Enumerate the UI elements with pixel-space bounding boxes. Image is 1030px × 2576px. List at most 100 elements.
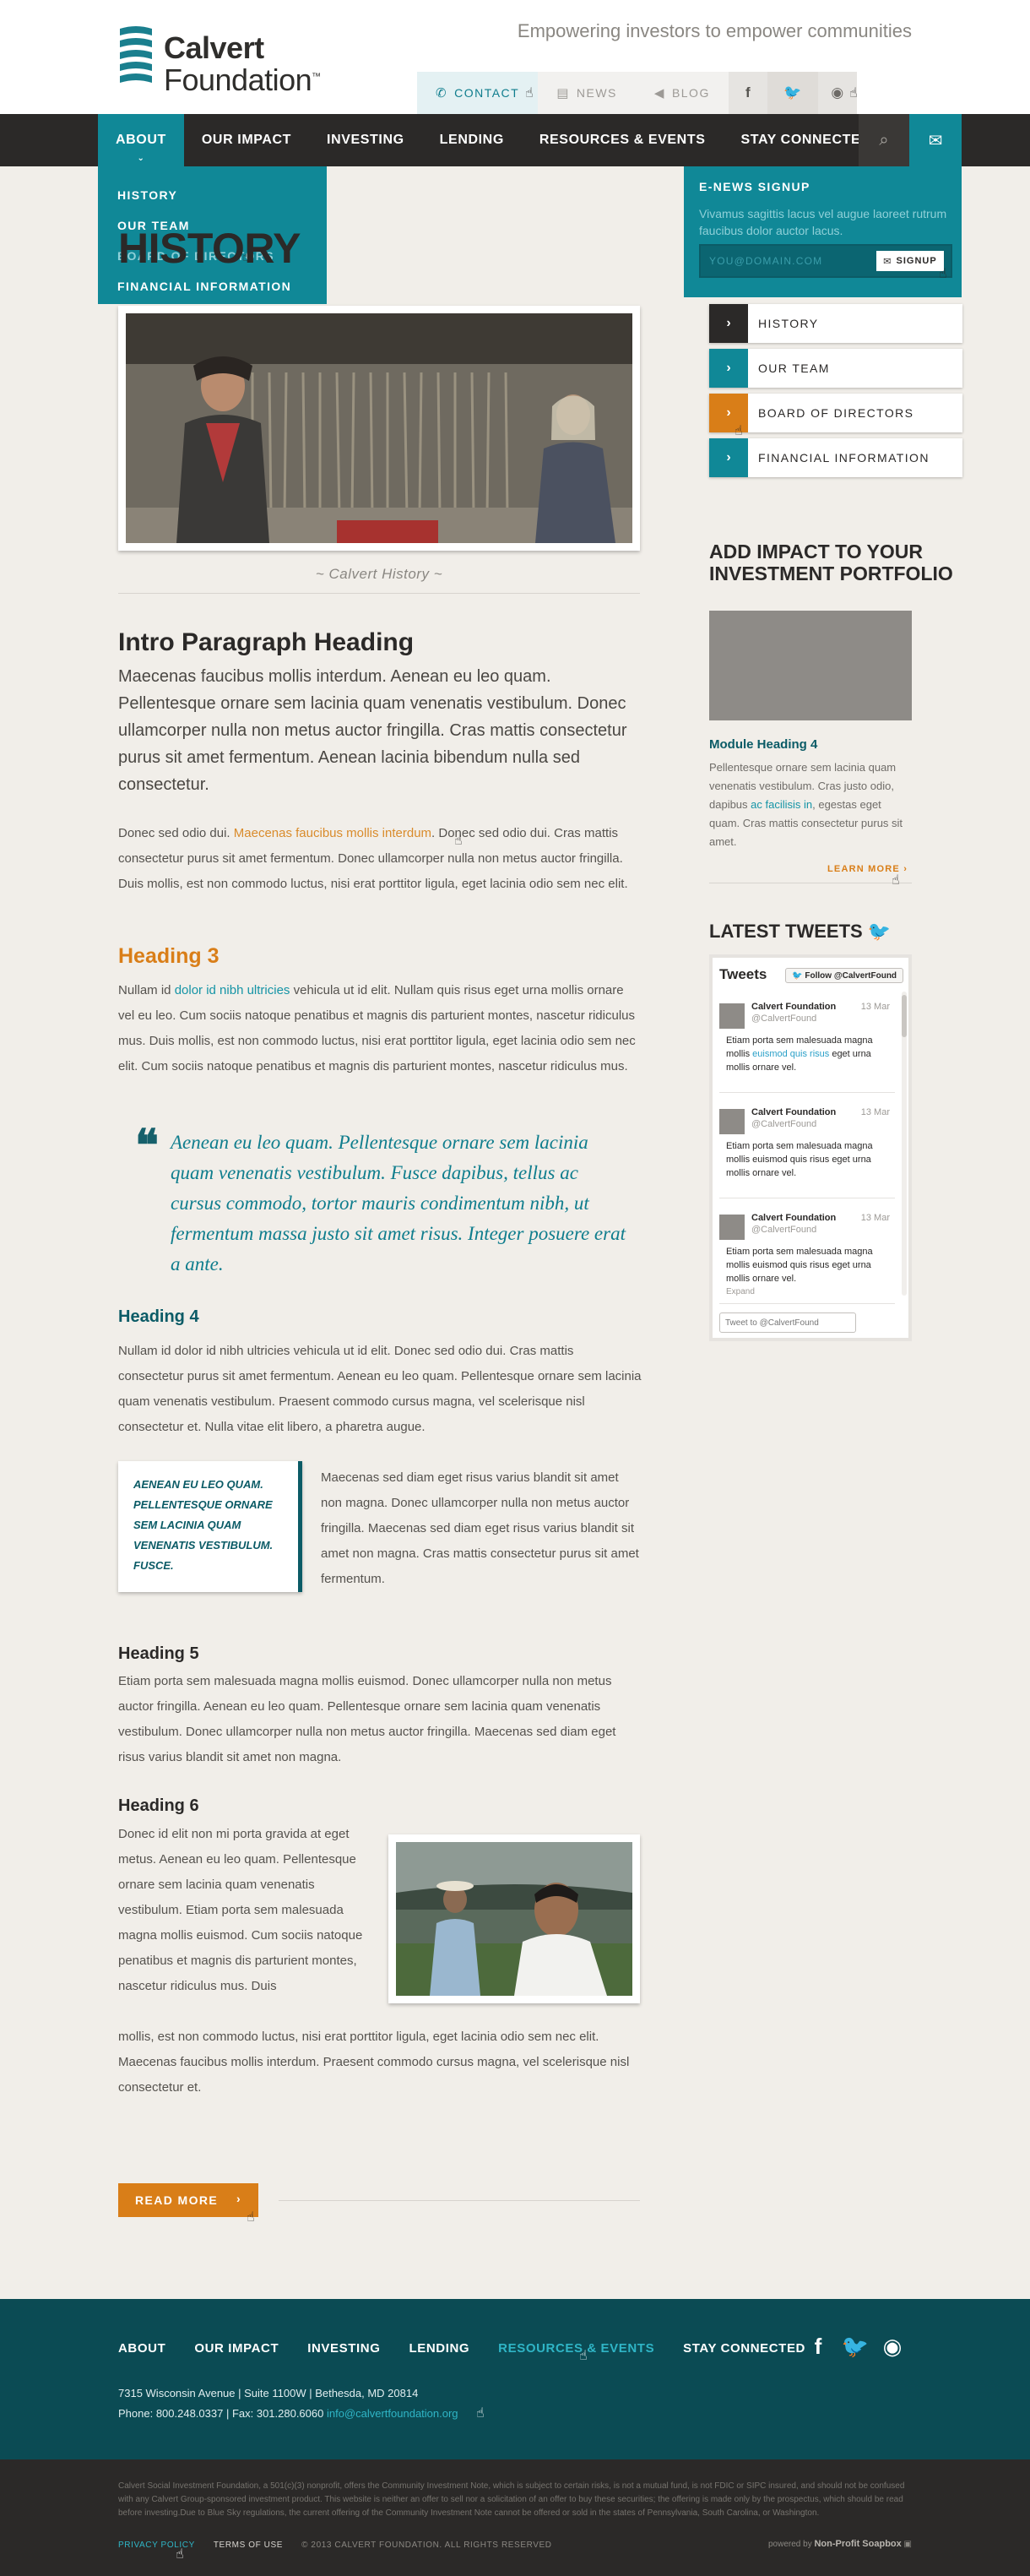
inline-link[interactable]: euismod quis risus [752,1049,829,1059]
cursor-icon: ☝ [476,2406,485,2421]
logo-line1: Calvert [164,30,264,65]
expand-link[interactable]: Expand [726,1287,755,1296]
inline-link[interactable]: ac facilisis in [751,798,812,811]
enews-title: E-News Signup [699,180,810,193]
search-icon[interactable]: ⌕ [859,114,909,166]
tweet-handle: @CalvertFound [751,1225,817,1235]
subnav-label: Board of Directors [758,406,914,420]
site-footer: About Our Impact Investing Lending Resou… [0,2299,1030,2459]
footer-address: 7315 Wisconsin Avenue | Suite 1100W | Be… [118,2383,458,2424]
module-heading: Module Heading 4 [709,737,818,752]
email-link[interactable]: info@calvertfoundation.org [327,2407,458,2420]
footer-nav-about[interactable]: About [118,2341,165,2356]
nav-item-resources-events[interactable]: Resources & Events [522,114,724,166]
site-logo[interactable]: Calvert Foundation™ [118,25,338,95]
section-subnav: › History › Our Team › Board of Director… [709,304,962,483]
cursor-icon: ☝ [454,834,463,848]
heading-6: Heading 6 [118,1796,199,1815]
facebook-icon[interactable]: f [728,72,767,114]
dropdown-item-financial[interactable]: Financial Information [98,271,327,302]
main-nav: About ⌄ Our Impact Investing Lending Reso… [0,114,1030,166]
inline-link[interactable]: Maecenas faucibus mollis interdum [234,826,431,840]
tweet-input[interactable] [719,1312,856,1333]
site-tagline: Empowering investors to empower communit… [517,20,912,41]
hero-image [118,306,640,551]
tweets-title: Tweets [719,966,767,982]
tweet-item: Calvert Foundation @CalvertFound 13 Mar … [719,1203,895,1304]
enews-email-input[interactable] [701,246,878,276]
cursor-icon: ☝ [579,2349,588,2363]
avatar [719,1215,745,1240]
nav-item-lending[interactable]: Lending [422,114,522,166]
read-more-button[interactable]: Read More › [118,2183,258,2217]
logo-mark-icon [120,26,152,83]
tweet-author: Calvert Foundation [751,1213,837,1223]
module-text: Pellentesque ornare sem lacinia quam ven… [709,761,903,848]
cursor-icon: ☝ [849,86,858,101]
footer-nav-resources-events[interactable]: Resources & Events [498,2341,654,2356]
tweet-item: Calvert Foundation @CalvertFound 13 Mar … [719,1097,895,1198]
enews-text: Vivamus sagittis lacus vel augue laoreet… [699,207,947,237]
intro-heading: Intro Paragraph Heading [118,628,415,656]
subnav-label: History [758,317,819,330]
footer-nav-investing[interactable]: Investing [307,2341,380,2356]
nav-item-investing[interactable]: Investing [309,114,422,166]
utility-news-label: News [576,86,617,100]
subnav-item-financial[interactable]: › Financial Information [709,438,962,477]
tweet-handle: @CalvertFound [751,1014,817,1024]
chevron-right-icon: › [236,2192,241,2205]
dropdown-item-history[interactable]: History [98,180,327,210]
heading-4: Heading 4 [118,1307,199,1326]
body-paragraph-2: Nullam id dolor id nibh ultricies vehicu… [118,983,636,1073]
body-paragraph-5-tail: mollis, est non commodo luctus, nisi era… [118,2030,630,2095]
utility-nav: ✆ Contact ▤ News ◀ Blog f 🐦 ◉ [417,72,857,114]
hero-caption: ~ Calvert History ~ [315,566,443,582]
scrollbar[interactable] [902,992,907,1296]
footer-nav-lending[interactable]: Lending [409,2341,469,2356]
follow-button[interactable]: 🐦 Follow @CalvertFound [785,968,903,983]
cursor-icon: ☝ [735,424,743,438]
twitter-icon[interactable]: 🐦 [767,72,818,114]
nav-item-about[interactable]: About ⌄ [98,114,184,166]
utility-contact-link[interactable]: ✆ Contact [417,72,539,114]
body-paragraph-5: Donec id elit non mi porta gravida at eg… [118,1827,363,1993]
cursor-icon: ☝ [176,2547,184,2562]
people-photo [396,1842,632,1996]
tweet-text: Etiam porta sem malesuada magna mollis e… [726,1247,873,1284]
utility-blog-link[interactable]: ◀ Blog [635,72,729,114]
tweet-date: 13 Mar [860,1213,890,1223]
divider [118,593,640,594]
rss-icon[interactable]: ◉ [881,2333,904,2360]
utility-news-link[interactable]: ▤ News [538,72,636,114]
subnav-label: Our Team [758,361,830,375]
utility-contact-label: Contact [454,86,520,100]
chevron-right-icon: › [709,438,748,477]
cursor-icon: ☝ [892,873,900,888]
megaphone-icon: ◀ [653,86,665,101]
terms-of-use-link[interactable]: Terms of Use [214,2541,283,2550]
scrollbar-thumb[interactable] [902,995,907,1037]
nav-item-our-impact[interactable]: Our Impact [184,114,309,166]
footer-nav-our-impact[interactable]: Our Impact [194,2341,279,2356]
inline-link[interactable]: dolor id nibh ultricies [175,983,290,997]
subnav-item-history[interactable]: › History [709,304,962,343]
powered-by-link[interactable]: powered by Non-Profit Soapbox ▣ [768,2539,912,2549]
subnav-item-board[interactable]: › Board of Directors [709,394,962,432]
footer-nav-stay-connected[interactable]: Stay Connected [683,2341,805,2356]
twitter-icon[interactable]: 🐦 [842,2333,869,2360]
phone-icon: ✆ [436,86,448,101]
subnav-item-our-team[interactable]: › Our Team [709,349,962,388]
body-paragraph-1: Donec sed odio dui. Maecenas faucibus mo… [118,826,628,891]
chevron-right-icon: › [903,864,908,874]
quote-icon: ❝ [135,1120,159,1171]
enews-signup-button[interactable]: ✉ SIGNUP [876,251,944,271]
mail-icon[interactable]: ✉ [909,114,962,166]
enews-form: ✉SIGNUP [699,244,952,278]
image-placeholder [709,611,912,720]
tweet-date: 13 Mar [860,1107,890,1117]
twitter-widget: Tweets 🐦 Follow @CalvertFound Calvert Fou… [709,954,912,1341]
cursor-icon: ☝ [939,267,947,281]
facebook-icon[interactable]: f [806,2333,830,2360]
quote-text: Aenean eu leo quam. Pellentesque ornare … [171,1132,626,1274]
intro-lead: Maecenas faucibus mollis interdum. Aenea… [118,667,627,794]
